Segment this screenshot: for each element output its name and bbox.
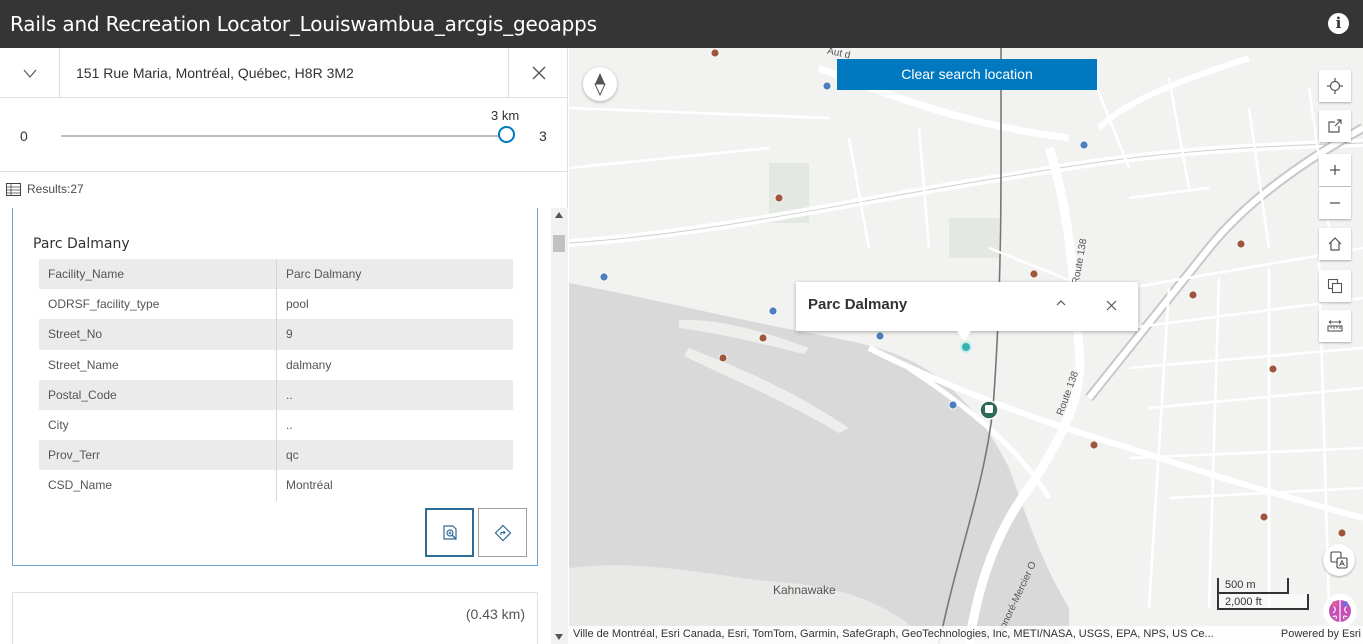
field-key: Facility_Name	[39, 259, 277, 290]
zoom-to-button[interactable]	[425, 508, 474, 557]
translate-icon	[1330, 551, 1348, 569]
popup-pointer	[957, 331, 971, 341]
popup-close-button[interactable]	[1106, 298, 1117, 316]
home-button[interactable]	[1319, 228, 1351, 260]
slider-fill	[61, 135, 507, 137]
basemap-gallery-button[interactable]	[1319, 270, 1351, 302]
clear-search-location-button[interactable]: Clear search location	[837, 59, 1097, 90]
search-clear-button[interactable]	[508, 48, 568, 98]
compass-icon	[594, 73, 606, 96]
zoom-in-button[interactable]	[1319, 154, 1351, 186]
brain-icon	[1329, 600, 1351, 622]
zoom-in-icon	[1330, 165, 1340, 175]
zoom-out-button[interactable]	[1319, 187, 1351, 219]
field-value: Parc Dalmany	[286, 267, 362, 281]
locate-icon	[1327, 78, 1343, 94]
popup-title: Parc Dalmany	[808, 296, 908, 313]
results-header: Results:27	[0, 172, 568, 206]
table-row: City..	[39, 409, 513, 441]
chevron-up-icon	[1056, 300, 1066, 306]
field-key: Prov_Terr	[39, 440, 277, 471]
close-icon	[532, 66, 546, 80]
side-panel: 151 Rue Maria, Montréal, Québec, H8R 3M2…	[0, 48, 568, 644]
search-source-toggle[interactable]	[0, 48, 60, 98]
zoom-out-icon	[1330, 202, 1340, 204]
basemap	[569, 48, 1363, 644]
slider-max-label: 3	[539, 128, 547, 144]
distance-slider: 0 3 km 3	[0, 98, 568, 172]
results-count: Results:27	[27, 182, 84, 196]
field-value: Montréal	[286, 478, 333, 493]
basemap-gallery-icon	[1327, 278, 1343, 294]
zoom-to-icon	[442, 524, 457, 540]
directions-button[interactable]	[478, 508, 527, 557]
result-title: Parc Dalmany	[33, 236, 130, 252]
attribute-table: Facility_Name Parc Dalmany ODRSF_facility…	[39, 259, 513, 501]
field-key: Street_Name	[39, 349, 277, 380]
field-key: Postal_Code	[39, 379, 277, 410]
attribution-text[interactable]: Ville de Montréal, Esri Canada, Esri, To…	[573, 628, 1263, 640]
info-icon[interactable]: i	[1328, 13, 1349, 34]
table-row: Prov_Terr qc	[39, 440, 513, 471]
slider-min-label: 0	[20, 128, 28, 144]
slider-value-label: 3 km	[491, 108, 520, 123]
share-button[interactable]	[1319, 110, 1351, 142]
measure-icon	[1327, 320, 1343, 332]
map-attribution: Ville de Montréal, Esri Canada, Esri, To…	[569, 626, 1363, 644]
table-row: Postal_Code..	[39, 379, 513, 410]
field-value: qc	[286, 448, 299, 463]
table-row: Street_No 9	[39, 319, 513, 350]
scroll-thumb[interactable]	[553, 235, 565, 252]
powered-by[interactable]: Powered by Esri	[1281, 628, 1361, 640]
assistant-button[interactable]	[1323, 594, 1357, 628]
results-list: Parc Dalmany Facility_Name Parc Dalmany O…	[0, 206, 568, 644]
popup-collapse-button[interactable]	[1054, 296, 1068, 315]
map-label-kahnawake: Kahnawake	[773, 583, 836, 597]
home-icon	[1328, 237, 1342, 251]
result-distance: (0.43 km)	[465, 606, 525, 622]
card-actions	[425, 508, 527, 557]
field-key: Street_No	[39, 319, 277, 350]
measure-button[interactable]	[1319, 310, 1351, 342]
table-row: Street_Name dalmany	[39, 349, 513, 380]
directions-icon	[494, 524, 511, 541]
map-view[interactable]: Kahnawake Route 138 Route 138 Honoré-Mer…	[569, 48, 1363, 644]
field-value: 9	[286, 327, 293, 342]
field-key: City	[39, 409, 277, 441]
scroll-up-icon[interactable]	[555, 212, 563, 218]
field-value: pool	[286, 297, 309, 312]
search-bar: 151 Rue Maria, Montréal, Québec, H8R 3M2	[0, 48, 568, 98]
scale-metric: 500 m	[1217, 578, 1289, 594]
locate-button[interactable]	[1319, 70, 1351, 102]
scale-imperial: 2,000 ft	[1217, 594, 1309, 610]
close-icon	[1106, 300, 1117, 311]
translate-button[interactable]	[1323, 544, 1355, 576]
app-title: Rails and Recreation Locator_Louiswambua…	[10, 12, 597, 36]
table-icon	[6, 183, 21, 196]
share-icon	[1328, 119, 1342, 133]
slider-thumb[interactable]	[498, 126, 515, 143]
slider-track[interactable]	[61, 135, 507, 137]
chevron-down-icon	[23, 69, 37, 78]
result-card[interactable]: Parc Dalmany Facility_Name Parc Dalmany O…	[12, 208, 538, 566]
results-scrollbar[interactable]	[551, 208, 568, 644]
field-key: CSD_Name	[39, 470, 277, 501]
result-card[interactable]: (0.43 km)	[12, 592, 538, 644]
table-row: ODRSF_facility_type pool	[39, 289, 513, 320]
app-header: Rails and Recreation Locator_Louiswambua…	[0, 0, 1363, 48]
field-key: ODRSF_facility_type	[39, 289, 277, 320]
field-value: ..	[286, 387, 293, 402]
compass-button[interactable]	[583, 67, 617, 101]
field-value: ..	[286, 417, 293, 432]
table-row: CSD_Name Montréal	[39, 470, 513, 501]
table-row: Facility_Name Parc Dalmany	[39, 259, 513, 290]
scroll-down-icon[interactable]	[555, 634, 563, 640]
map-popup[interactable]: Parc Dalmany	[796, 282, 1138, 341]
field-value: dalmany	[286, 357, 332, 372]
search-input[interactable]: 151 Rue Maria, Montréal, Québec, H8R 3M2	[76, 65, 354, 81]
